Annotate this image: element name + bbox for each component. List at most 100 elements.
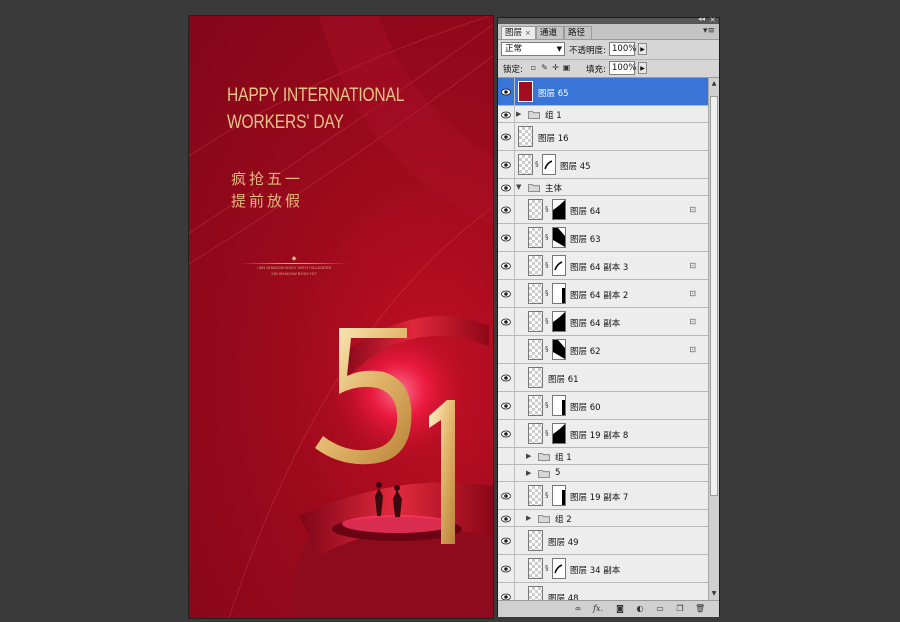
- fill-input[interactable]: 100%: [609, 61, 636, 75]
- visibility-toggle[interactable]: [498, 179, 515, 195]
- layer-thumbnail[interactable]: [528, 227, 543, 248]
- visibility-toggle[interactable]: [498, 78, 515, 105]
- delete-layer-icon[interactable]: 🗑: [695, 604, 705, 614]
- visibility-toggle[interactable]: [498, 583, 515, 600]
- layer-name[interactable]: 图层 45: [560, 160, 591, 172]
- layer-name[interactable]: 组 1: [555, 451, 572, 463]
- visibility-toggle[interactable]: [498, 224, 515, 251]
- layer-name[interactable]: 图层 49: [548, 536, 579, 548]
- link-icon[interactable]: §: [545, 429, 550, 438]
- poster-canvas[interactable]: HAPPY INTERNATIONAL WORKERS' DAY 疯抢五一 提前…: [189, 16, 493, 618]
- layer-row[interactable]: 图层 61: [498, 364, 708, 392]
- link-icon[interactable]: §: [535, 160, 540, 169]
- new-layer-icon[interactable]: ❐: [675, 604, 685, 614]
- fx-icon[interactable]: fx.: [593, 604, 603, 614]
- visibility-toggle[interactable]: [498, 448, 515, 464]
- layer-group-row[interactable]: ▶ 组 1: [498, 106, 708, 123]
- layer-row[interactable]: § 图层 64 ⊡: [498, 196, 708, 224]
- layer-name[interactable]: 图层 61: [548, 373, 579, 385]
- layer-name[interactable]: 图层 65: [538, 87, 569, 99]
- visibility-toggle[interactable]: [498, 555, 515, 582]
- scroll-thumb[interactable]: [710, 96, 718, 496]
- layer-thumbnail[interactable]: [528, 586, 543, 600]
- expand-group-icon[interactable]: ▶: [526, 452, 531, 460]
- layer-group-row[interactable]: ▶ 5: [498, 465, 708, 482]
- tab-channels[interactable]: 通道: [536, 26, 564, 39]
- visibility-toggle[interactable]: [498, 151, 515, 178]
- link-icon[interactable]: §: [545, 205, 550, 214]
- adjustment-layer-icon[interactable]: ◐: [635, 604, 645, 614]
- layer-name[interactable]: 组 1: [545, 109, 562, 121]
- layer-row[interactable]: § 图层 34 副本: [498, 555, 708, 583]
- layer-row[interactable]: § 图层 19 副本 7: [498, 482, 708, 510]
- expand-group-icon[interactable]: ▶: [516, 110, 521, 118]
- tab-close-icon[interactable]: ×: [525, 29, 531, 37]
- scroll-up-icon[interactable]: ▲: [710, 80, 718, 88]
- visibility-toggle[interactable]: [498, 280, 515, 307]
- layer-mask-thumbnail[interactable]: [552, 199, 566, 220]
- layer-name[interactable]: 图层 64: [570, 205, 601, 217]
- layer-name[interactable]: 组 2: [555, 513, 572, 525]
- layer-row[interactable]: 图层 49: [498, 527, 708, 555]
- layer-row[interactable]: § 图层 19 副本 8: [498, 420, 708, 448]
- layer-mask-thumbnail[interactable]: [552, 485, 566, 506]
- tab-layers[interactable]: 图层 ×: [501, 26, 536, 39]
- layer-thumbnail[interactable]: [528, 423, 543, 444]
- layer-row[interactable]: § 图层 63: [498, 224, 708, 252]
- layer-thumbnail[interactable]: [528, 199, 543, 220]
- layer-mask-thumbnail[interactable]: [542, 154, 556, 175]
- visibility-toggle[interactable]: [498, 392, 515, 419]
- visibility-toggle[interactable]: [498, 465, 515, 481]
- layer-name[interactable]: 图层 19 副本 7: [570, 491, 628, 503]
- layer-name[interactable]: 图层 64 副本: [570, 317, 620, 329]
- layer-name[interactable]: 图层 19 副本 8: [570, 429, 628, 441]
- visibility-toggle[interactable]: [498, 106, 515, 122]
- layer-row[interactable]: § 图层 60: [498, 392, 708, 420]
- layer-name[interactable]: 5: [555, 468, 560, 478]
- link-icon[interactable]: §: [545, 491, 550, 500]
- collapse-icon[interactable]: ◂◂: [698, 15, 705, 23]
- layer-thumbnail[interactable]: [518, 81, 533, 102]
- layer-row[interactable]: § 图层 64 副本 ⊡: [498, 308, 708, 336]
- close-panel-icon[interactable]: ×: [709, 15, 716, 24]
- layer-group-row[interactable]: ▼ 主体: [498, 179, 708, 196]
- link-icon[interactable]: §: [545, 345, 550, 354]
- layer-thumbnail[interactable]: [528, 485, 543, 506]
- collapse-group-icon[interactable]: ▼: [516, 183, 521, 191]
- layers-scrollbar[interactable]: ▲ ▼: [708, 78, 719, 600]
- layer-name[interactable]: 图层 34 副本: [570, 564, 620, 576]
- lock-position-icon[interactable]: ✛: [551, 63, 560, 72]
- layer-row[interactable]: § 图层 64 副本 2 ⊡: [498, 280, 708, 308]
- layer-mask-thumbnail[interactable]: [552, 255, 566, 276]
- layer-thumbnail[interactable]: [528, 530, 543, 551]
- layer-thumbnail[interactable]: [528, 283, 543, 304]
- scroll-down-icon[interactable]: ▼: [710, 590, 718, 598]
- layer-mask-thumbnail[interactable]: [552, 423, 566, 444]
- opacity-slider-button[interactable]: ▶: [638, 43, 647, 55]
- visibility-toggle[interactable]: [498, 364, 515, 391]
- layer-row[interactable]: § 图层 45: [498, 151, 708, 179]
- layer-thumbnail[interactable]: [518, 154, 533, 175]
- layer-mask-thumbnail[interactable]: [552, 395, 566, 416]
- link-layers-icon[interactable]: ∞: [573, 604, 583, 614]
- layer-thumbnail[interactable]: [528, 339, 543, 360]
- fill-slider-button[interactable]: ▶: [638, 62, 647, 74]
- layer-group-row[interactable]: ▶ 组 2: [498, 510, 708, 527]
- layer-row[interactable]: 图层 65: [498, 78, 708, 106]
- layer-name[interactable]: 图层 48: [548, 592, 579, 600]
- link-icon[interactable]: §: [545, 289, 550, 298]
- layer-mask-thumbnail[interactable]: [552, 311, 566, 332]
- layer-row[interactable]: 图层 48: [498, 583, 708, 600]
- layer-thumbnail[interactable]: [528, 367, 543, 388]
- visibility-toggle[interactable]: [498, 420, 515, 447]
- lock-pixels-icon[interactable]: ✎: [540, 63, 549, 72]
- link-icon[interactable]: §: [545, 317, 550, 326]
- panel-menu-icon[interactable]: ▾≡: [703, 26, 715, 37]
- layer-mask-thumbnail[interactable]: [552, 339, 566, 360]
- lock-transparent-icon[interactable]: ▫: [529, 63, 538, 72]
- visibility-toggle[interactable]: [498, 123, 515, 150]
- layer-thumbnail[interactable]: [528, 558, 543, 579]
- add-mask-icon[interactable]: ◙: [615, 604, 625, 614]
- visibility-toggle[interactable]: [498, 482, 515, 509]
- lock-all-icon[interactable]: ▣: [562, 63, 571, 72]
